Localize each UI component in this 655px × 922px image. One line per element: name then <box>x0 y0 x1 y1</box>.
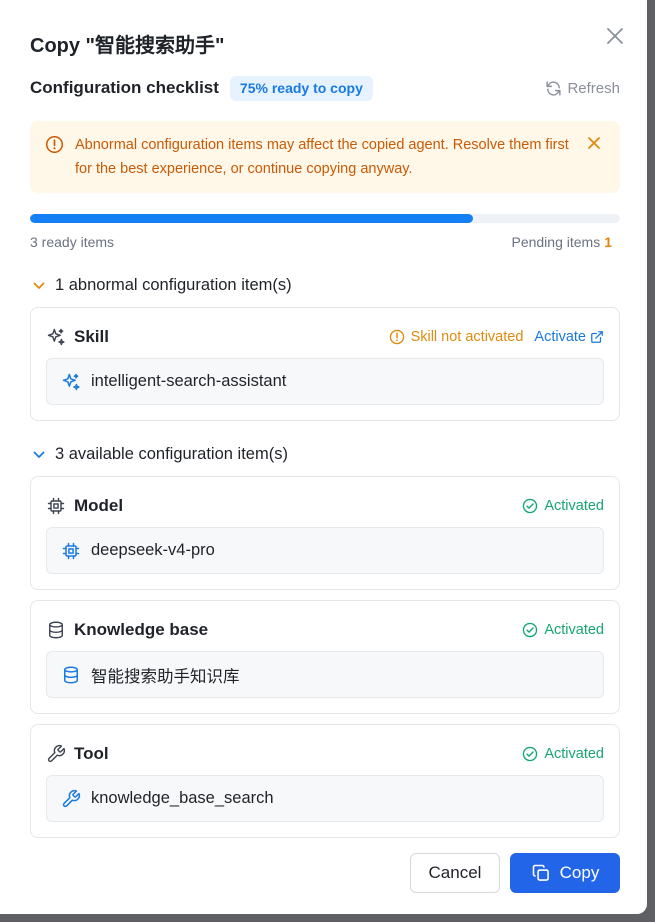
card-title: Tool <box>74 744 109 763</box>
skill-value-box: intelligent-search-assistant <box>46 358 604 405</box>
card-title: Model <box>74 496 124 515</box>
status-label: Skill not activated <box>410 329 524 345</box>
knowledge-base-value-box: 智能搜索助手知识库 <box>46 651 604 698</box>
skill-value: intelligent-search-assistant <box>91 372 287 390</box>
warning-alert: Abnormal configuration items may affect … <box>30 121 620 193</box>
activate-label: Activate <box>534 329 586 345</box>
model-value: deepseek-v4-pro <box>91 541 215 559</box>
card-title: Skill <box>74 327 109 346</box>
checklist-header: Configuration checklist 75% ready to cop… <box>30 75 620 101</box>
wrench-icon <box>61 789 81 809</box>
pending-label: Pending items <box>511 234 601 250</box>
status-label: Activated <box>544 746 604 762</box>
tool-status: Activated <box>522 746 604 762</box>
tool-value-box: knowledge_base_search <box>46 775 604 822</box>
check-circle-icon <box>522 746 538 762</box>
check-circle-icon <box>522 498 538 514</box>
ready-count: 3 ready items <box>30 234 115 250</box>
card-title: Knowledge base <box>74 620 209 639</box>
chip-icon <box>61 541 81 561</box>
progress-fill <box>30 214 473 223</box>
external-link-icon <box>590 330 604 344</box>
knowledge-base-value: 智能搜索助手知识库 <box>91 667 240 686</box>
knowledge-base-status: Activated <box>522 622 604 638</box>
knowledge-base-card: Knowledge base Activated 智能搜索助手知识库 <box>30 600 620 714</box>
available-section-toggle[interactable]: 3 available configuration item(s) <box>32 445 288 464</box>
copy-label: Copy <box>559 863 600 882</box>
cancel-button[interactable]: Cancel <box>410 853 500 893</box>
model-status: Activated <box>522 498 604 514</box>
status-label: Activated <box>544 498 604 514</box>
chip-icon <box>46 496 66 516</box>
sparkle-icon <box>46 327 66 347</box>
model-value-box: deepseek-v4-pro <box>46 527 604 574</box>
activate-link[interactable]: Activate <box>534 329 604 345</box>
abnormal-section-toggle[interactable]: 1 abnormal configuration item(s) <box>32 276 292 295</box>
alert-text: Abnormal configuration items may affect … <box>75 137 569 177</box>
status-label: Activated <box>544 622 604 638</box>
wrench-icon <box>46 744 66 764</box>
copy-button[interactable]: Copy <box>510 853 620 893</box>
check-circle-icon <box>522 622 538 638</box>
tool-card: Tool Activated knowledge_base_search <box>30 724 620 838</box>
database-icon <box>61 665 81 685</box>
refresh-button[interactable]: Refresh <box>545 80 620 97</box>
refresh-icon <box>545 80 562 97</box>
cancel-label: Cancel <box>428 863 482 882</box>
alert-circle-icon <box>45 135 64 154</box>
alert-close-icon[interactable] <box>587 136 601 150</box>
sparkle-icon <box>61 372 81 392</box>
dialog-title: Copy "智能搜索助手" <box>30 35 225 57</box>
checklist-title: Configuration checklist <box>30 78 219 97</box>
progress-bar <box>30 214 620 223</box>
copy-dialog: Copy "智能搜索助手" Configuration checklist 75… <box>0 0 647 914</box>
skill-card: Skill Skill not activated Activate intel… <box>30 307 620 421</box>
tool-value: knowledge_base_search <box>91 789 274 807</box>
close-icon[interactable] <box>603 24 627 48</box>
database-icon <box>46 620 66 640</box>
abnormal-section-header: 1 abnormal configuration item(s) <box>55 276 292 294</box>
chevron-down-icon <box>32 279 46 293</box>
skill-status: Skill not activated <box>389 329 524 345</box>
refresh-label: Refresh <box>567 79 620 97</box>
pending-count: 1 <box>604 234 612 250</box>
ready-badge: 75% ready to copy <box>229 75 373 101</box>
pending-items: Pending items 1 <box>511 234 612 250</box>
copy-icon <box>531 863 551 883</box>
chevron-down-icon <box>32 448 46 462</box>
alert-circle-icon <box>389 329 405 345</box>
available-section-header: 3 available configuration item(s) <box>55 445 288 463</box>
model-card: Model Activated deepseek-v4-pro <box>30 476 620 590</box>
